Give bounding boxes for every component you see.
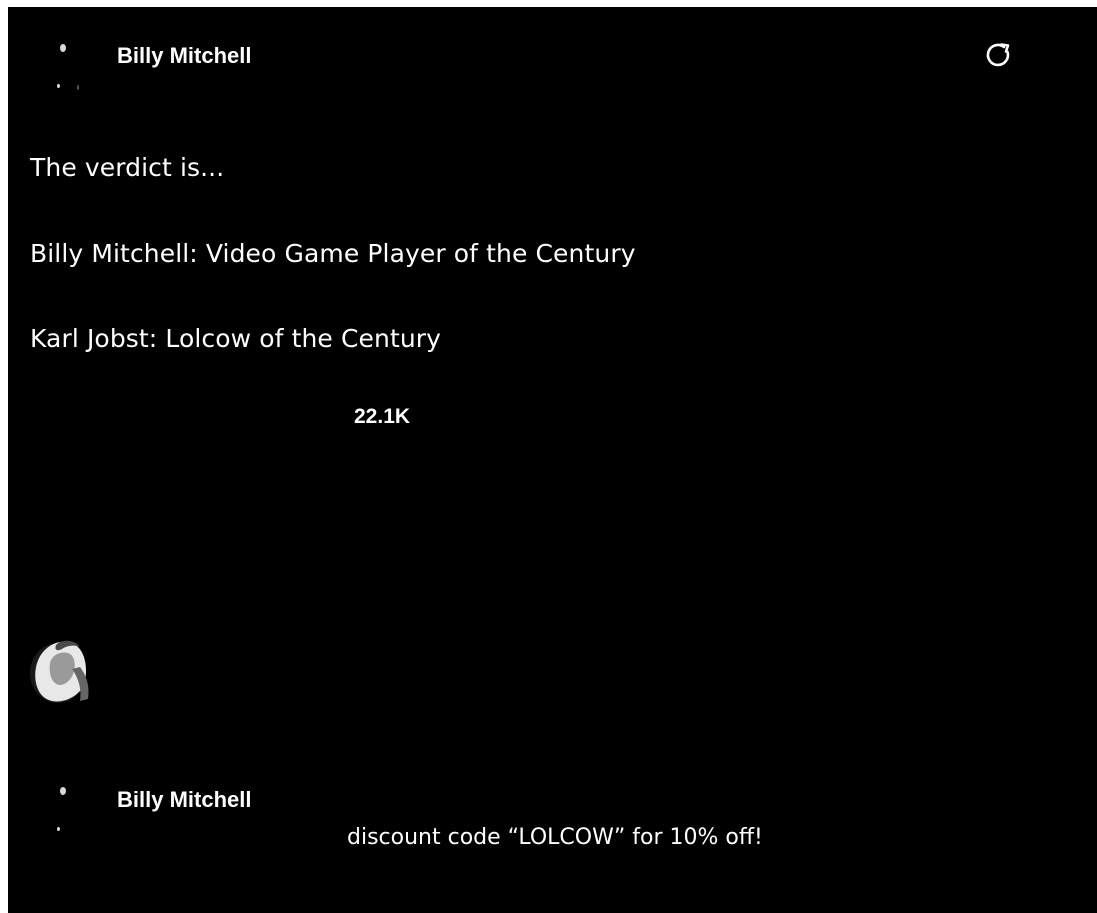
author-name[interactable]: Billy Mitchell xyxy=(117,43,251,69)
avatar-icon[interactable] xyxy=(28,633,94,705)
engagement-count: 22.1K xyxy=(354,405,411,428)
post-text-line: The verdict is... xyxy=(30,153,225,182)
author-name[interactable]: Billy Mitchell xyxy=(117,787,251,813)
post-feed: Billy Mitchell The verdict is... Billy M… xyxy=(8,7,1097,913)
author-avatar[interactable] xyxy=(32,37,79,90)
refresh-icon[interactable] xyxy=(985,41,1013,69)
post-text-line: Karl Jobst: Lolcow of the Century xyxy=(30,324,442,353)
post-text-line: Billy Mitchell: Video Game Player of the… xyxy=(30,239,636,268)
author-avatar[interactable] xyxy=(32,781,78,831)
post-text: discount code “LOLCOW” for 10% off! xyxy=(347,825,763,850)
